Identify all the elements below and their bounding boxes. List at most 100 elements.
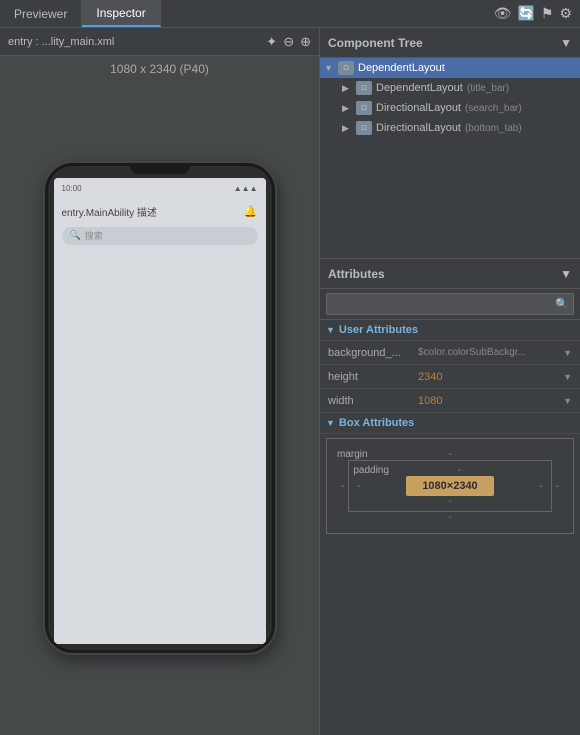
attr-value-background: $color.colorSubBackgr...	[418, 347, 526, 358]
box-inner-value: 1080×2340	[406, 476, 493, 496]
main-layout: entry : ...lity_main.xml ✦ ⊖ ⊕ 1080 x 23…	[0, 28, 580, 735]
attr-search-icon: 🔍	[555, 298, 569, 311]
attr-dropdown-background[interactable]: ▼	[563, 348, 572, 358]
tree-node-sub-2: (search_bar)	[465, 103, 522, 114]
component-tree-title: Component Tree	[328, 36, 423, 50]
box-margin-top-value: -	[448, 449, 451, 460]
tree-item-3[interactable]: ▶ □ DirectionalLayout (bottom_tab)	[320, 118, 580, 138]
box-margin-label: margin	[337, 449, 368, 460]
device-label: 1080 x 2340 (P40)	[110, 56, 209, 80]
box-attributes-header: ▼ Box Attributes	[320, 413, 580, 434]
tree-node-icon-2: □	[356, 101, 372, 115]
component-tree-header: Component Tree ▼	[320, 28, 580, 58]
phone-side-button	[272, 246, 275, 286]
tree-node-sub-1: (title_bar)	[467, 83, 509, 94]
component-tree-collapse[interactable]: ▼	[560, 36, 572, 50]
tab-inspector[interactable]: Inspector	[82, 0, 160, 27]
tab-icons: 👁 🔄 ⚑ ⚙	[494, 5, 580, 22]
attributes-section: Attributes ▼ 🔍 ▼ User Attributes backgro…	[320, 259, 580, 735]
tree-arrow-3: ▶	[342, 123, 356, 134]
box-margin-left: -	[337, 481, 348, 492]
tree-item-1[interactable]: ▶ □ DependentLayout (title_bar)	[320, 78, 580, 98]
tree-node-icon-3: □	[356, 121, 372, 135]
tree-area: ▼ □ DependentLayout ▶ □ DependentLayout …	[320, 58, 580, 258]
tab-bar: Previewer Inspector 👁 🔄 ⚑ ⚙	[0, 0, 580, 28]
attr-search-area: 🔍	[320, 289, 580, 320]
attr-value-height: 2340	[418, 371, 442, 383]
tree-node-name-0: DependentLayout	[358, 62, 445, 74]
left-panel: entry : ...lity_main.xml ✦ ⊖ ⊕ 1080 x 23…	[0, 28, 320, 735]
box-padding-bottom-row: -	[353, 496, 546, 507]
attr-value-width: 1080	[418, 395, 442, 407]
eye-icon[interactable]: 👁	[494, 5, 512, 22]
attributes-collapse[interactable]: ▼	[560, 267, 572, 281]
attr-value-wrap-height: 2340 ▼	[418, 371, 572, 383]
settings-icon[interactable]: ⚙	[559, 5, 572, 22]
box-padding-left-dash: -	[353, 481, 364, 492]
right-panel: Component Tree ▼ ▼ □ DependentLayout ▶ □…	[320, 28, 580, 735]
tree-node-name-3: DirectionalLayout	[376, 122, 461, 134]
tree-node-name-1: DependentLayout	[376, 82, 463, 94]
file-path: entry : ...lity_main.xml	[8, 36, 114, 48]
user-attributes-header: ▼ User Attributes	[320, 320, 580, 341]
tree-node-sub-3: (bottom_tab)	[465, 123, 522, 134]
search-hint: 搜索	[85, 229, 103, 242]
box-margin-right: -	[552, 481, 563, 492]
tree-arrow-0: ▼	[324, 63, 338, 73]
refresh-icon[interactable]: 🔄	[517, 5, 534, 22]
star-icon[interactable]: ✦	[266, 34, 277, 50]
attr-value-wrap-width: 1080 ▼	[418, 395, 572, 407]
box-margin-bottom-row: -	[337, 512, 563, 523]
attr-name-background: background_...	[328, 347, 418, 359]
attr-search-input[interactable]	[326, 293, 574, 315]
tree-item-2[interactable]: ▶ □ DirectionalLayout (search_bar)	[320, 98, 580, 118]
phone-notch	[130, 166, 190, 174]
box-padding-middle: - 1080×2340 -	[353, 476, 546, 496]
attr-search-wrap: 🔍	[326, 293, 574, 315]
time-display: 10:00	[62, 184, 82, 193]
tab-previewer[interactable]: Previewer	[0, 0, 82, 27]
box-padding-top-dash: -	[458, 465, 461, 476]
user-attr-arrow[interactable]: ▼	[326, 325, 335, 335]
box-padding-bottom-dash: -	[448, 496, 451, 507]
zoom-out-icon[interactable]: ⊖	[283, 34, 294, 50]
tree-node-icon-1: □	[356, 81, 372, 95]
phone-status-bar: 10:00 ▲▲▲	[54, 178, 266, 200]
box-padding-top-row: padding - pad	[353, 465, 546, 476]
box-attr-title: Box Attributes	[339, 417, 414, 429]
zoom-in-icon[interactable]: ⊕	[300, 34, 311, 50]
signal-icons: ▲▲▲	[234, 184, 258, 193]
bell-icon: 🔔	[244, 205, 258, 218]
tree-arrow-2: ▶	[342, 103, 356, 114]
tree-item-0[interactable]: ▼ □ DependentLayout	[320, 58, 580, 78]
attr-dropdown-height[interactable]: ▼	[563, 372, 572, 382]
box-padding-right-dash: -	[535, 481, 546, 492]
attr-row-width: width 1080 ▼	[320, 389, 580, 413]
phone-mockup: 10:00 ▲▲▲ entry.MainAbility 描述 🔔 🔍 搜索	[45, 163, 275, 653]
box-margin-top-row: margin - margin	[337, 449, 563, 460]
phone-title-bar: entry.MainAbility 描述 🔔	[54, 200, 266, 223]
box-padding-area: padding - pad - 1080×2340 -	[348, 460, 551, 512]
user-attr-title: User Attributes	[339, 324, 418, 336]
phone-app-title: entry.MainAbility 描述	[62, 204, 157, 219]
box-padding-label: padding	[353, 465, 389, 476]
box-margin-bottom-value: -	[448, 512, 451, 523]
tree-node-icon-0: □	[338, 61, 354, 75]
phone-container: 10:00 ▲▲▲ entry.MainAbility 描述 🔔 🔍 搜索	[35, 80, 285, 735]
attributes-header: Attributes ▼	[320, 259, 580, 289]
attr-name-height: height	[328, 371, 418, 383]
attr-dropdown-width[interactable]: ▼	[563, 396, 572, 406]
phone-search-bar: 🔍 搜索	[62, 227, 258, 245]
attr-row-height: height 2340 ▼	[320, 365, 580, 389]
attr-value-wrap-background: $color.colorSubBackgr... ▼	[418, 347, 572, 358]
box-outer: margin - margin - padding - pad	[331, 443, 569, 529]
tree-node-name-2: DirectionalLayout	[376, 102, 461, 114]
tree-arrow-1: ▶	[342, 83, 356, 94]
phone-screen: 10:00 ▲▲▲ entry.MainAbility 描述 🔔 🔍 搜索	[54, 178, 266, 644]
file-bar-icons: ✦ ⊖ ⊕	[266, 34, 311, 50]
attributes-title: Attributes	[328, 267, 385, 281]
flag-icon[interactable]: ⚑	[541, 5, 554, 22]
box-attr-arrow[interactable]: ▼	[326, 418, 335, 428]
search-icon-small: 🔍	[70, 230, 81, 241]
attr-name-width: width	[328, 395, 418, 407]
